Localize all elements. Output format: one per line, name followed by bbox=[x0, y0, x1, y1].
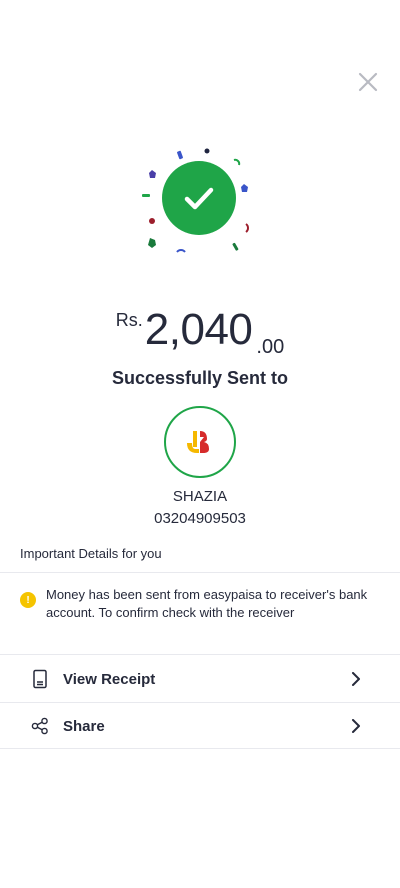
share-button[interactable]: Share bbox=[0, 703, 400, 749]
close-button[interactable] bbox=[356, 70, 380, 94]
close-icon bbox=[358, 72, 378, 92]
recipient-avatar bbox=[164, 406, 236, 478]
chevron-right-icon bbox=[352, 672, 360, 686]
bank-logo-icon bbox=[187, 431, 209, 453]
view-receipt-label: View Receipt bbox=[63, 670, 156, 688]
success-message: Successfully Sent to bbox=[111, 368, 289, 388]
share-icon bbox=[31, 717, 48, 735]
amount-decimal: .00 bbox=[256, 336, 285, 358]
view-receipt-button[interactable]: View Receipt bbox=[0, 656, 400, 702]
amount-currency: Rs. bbox=[115, 310, 143, 330]
amount-display: Rs. 2,040 .00 bbox=[0, 300, 400, 360]
receipt-icon bbox=[33, 669, 47, 689]
success-check-badge bbox=[162, 161, 236, 235]
share-label: Share bbox=[63, 717, 105, 735]
amount-whole: 2,040 bbox=[144, 305, 253, 354]
divider bbox=[0, 748, 400, 749]
info-icon: ! bbox=[20, 592, 36, 608]
checkmark-icon bbox=[184, 187, 214, 210]
divider bbox=[0, 654, 400, 655]
chevron-right-icon bbox=[352, 719, 360, 733]
notice-text: Money has been sent from easypaisa to re… bbox=[46, 587, 368, 620]
notice-row: ! Money has been sent from easypaisa to … bbox=[20, 586, 380, 622]
recipient-phone: 03204909503 bbox=[154, 510, 246, 527]
recipient-name: SHAZIA bbox=[172, 488, 228, 505]
details-title: Important Details for you bbox=[20, 546, 162, 561]
divider bbox=[0, 572, 400, 573]
